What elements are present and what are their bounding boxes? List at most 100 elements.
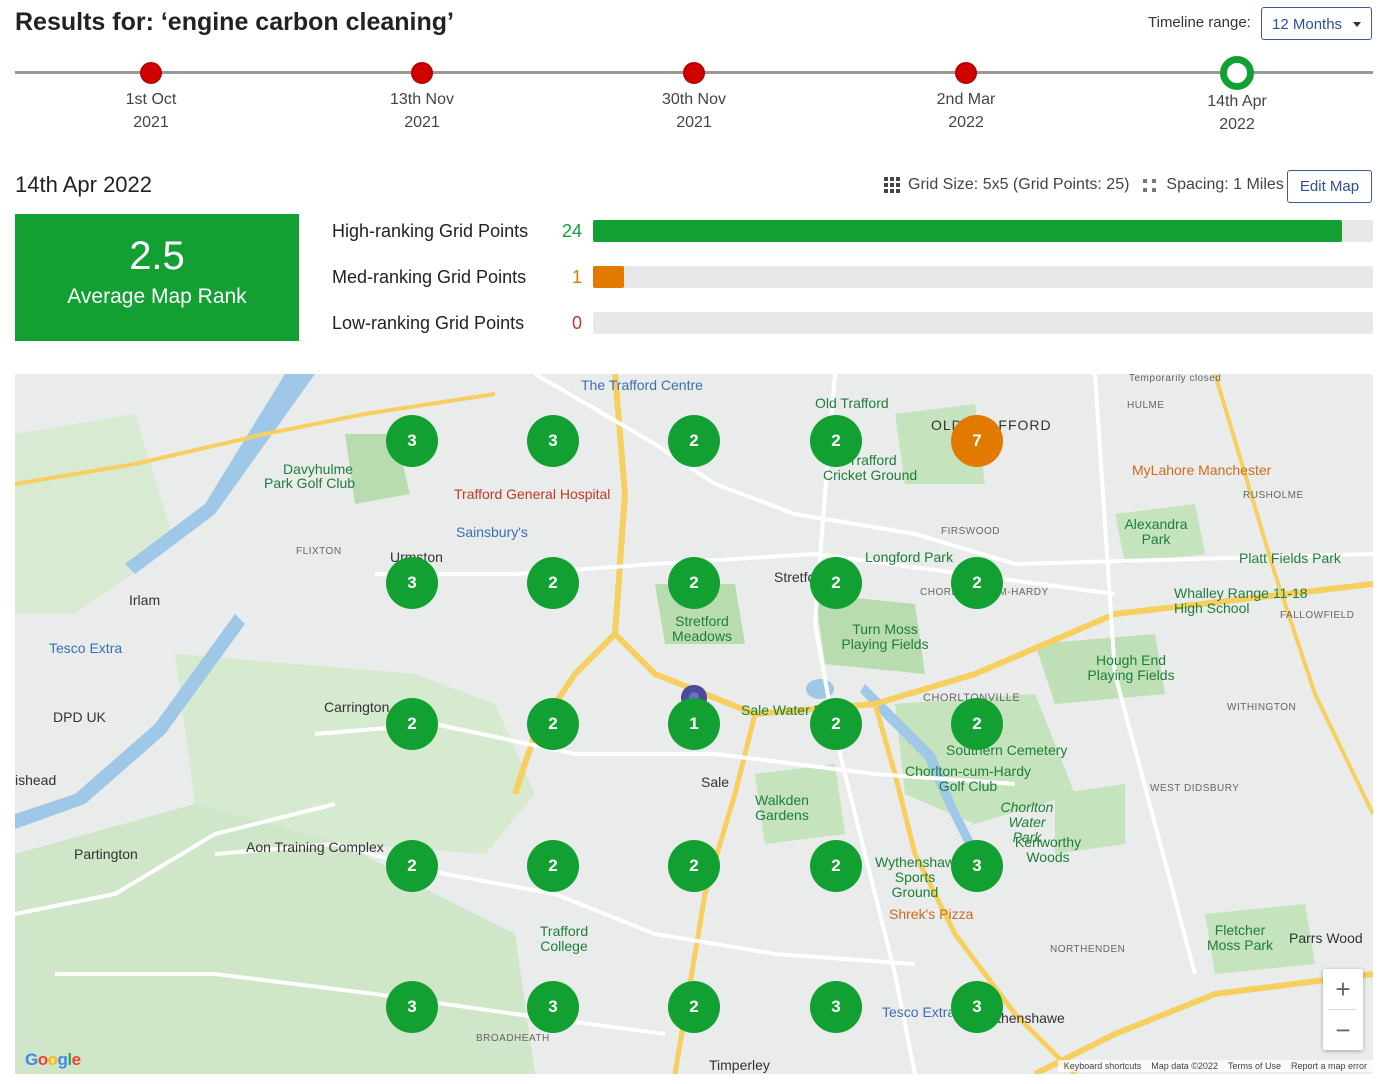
edit-map-button[interactable]: Edit Map [1287,170,1372,203]
map-label-dpd-uk[interactable]: DPD UK [53,709,106,725]
grid-point-r4-c5[interactable]: 3 [951,840,1003,892]
low-ranking-row: Low-ranking Grid Points 0 [332,311,1373,335]
map-label-irlam: Irlam [129,592,161,608]
grid-point-r1-c2[interactable]: 3 [527,415,579,467]
map-label-alexandra-park[interactable]: Alexandra Park [1116,517,1196,547]
timeline-point-4[interactable]: 2nd Mar 2022 [906,60,1026,134]
map-view[interactable]: The Trafford Centre Old Trafford OLD TRA… [15,374,1373,1074]
grid-point-r2-c4[interactable]: 2 [810,557,862,609]
map-label-walkden-gardens[interactable]: Walkden Gardens [752,793,812,823]
grid-point-r4-c1[interactable]: 2 [386,840,438,892]
map-label-mylahore[interactable]: MyLahore Manchester [1132,462,1271,478]
rank-bar-fill [593,220,1342,242]
grid-point-r2-c2[interactable]: 2 [527,557,579,609]
map-label-firswood: FIRSWOOD [941,526,1000,537]
grid-point-r1-c5[interactable]: 7 [951,415,1003,467]
map-label-tesco-extra-2[interactable]: Tesco Extra [882,1004,955,1020]
timeline-point-5-active[interactable]: 14th Apr 2022 [1177,56,1297,136]
map-label-timperley: Timperley [709,1057,770,1073]
timeline-point-3[interactable]: 30th Nov 2021 [634,60,754,134]
grid-point-r5-c5[interactable]: 3 [951,981,1003,1033]
grid-point-r5-c2[interactable]: 3 [527,981,579,1033]
map-label-sainsburys[interactable]: Sainsbury's [456,524,528,540]
map-label-hulme: HULME [1127,400,1165,411]
grid-point-r1-c3[interactable]: 2 [668,415,720,467]
average-rank-label: Average Map Rank [67,285,247,308]
grid-point-r1-c4[interactable]: 2 [810,415,862,467]
map-label-kenworthy-woods[interactable]: Kenworthy Woods [1008,835,1088,865]
map-label-withington: WITHINGTON [1227,702,1297,713]
page-title: Results for: ‘engine carbon cleaning’ [15,8,454,36]
map-label-fletcher-moss[interactable]: Fletcher Moss Park [1205,923,1275,953]
average-rank-card: 2.5 Average Map Rank [15,214,299,341]
map-label-trafford-college[interactable]: Trafford College [534,924,594,954]
rank-bar-track [593,266,1373,288]
timeline-year: 2022 [948,114,984,131]
grid-point-r2-c5[interactable]: 2 [951,557,1003,609]
timeline-point-1[interactable]: 1st Oct 2021 [91,60,211,134]
grid-point-r5-c4[interactable]: 3 [810,981,862,1033]
map-label-longford-park[interactable]: Longford Park [865,549,953,565]
map-label-turn-moss[interactable]: Turn Moss Playing Fields [837,622,933,652]
grid-point-r3-c1[interactable]: 2 [386,698,438,750]
map-label-platt-fields[interactable]: Platt Fields Park [1239,550,1341,566]
zoom-controls: + − [1323,969,1363,1050]
grid-point-r1-c1[interactable]: 3 [386,415,438,467]
grid-point-r2-c1[interactable]: 3 [386,557,438,609]
map-label-tesco-extra[interactable]: Tesco Extra [49,640,122,656]
grid-point-r3-c3[interactable]: 1 [668,698,720,750]
grid-info: Grid Size: 5x5 (Grid Points: 25) Spacing… [884,176,1284,194]
map-attribution: Keyboard shortcuts Map data ©2022 Terms … [1057,1060,1373,1072]
map-label-rusholme: RUSHOLME [1243,490,1304,501]
grid-point-r3-c4[interactable]: 2 [810,698,862,750]
caret-down-icon [1353,22,1361,27]
timeline-dot-icon [411,62,433,84]
timeline-active-dot-icon [1220,56,1254,90]
map-label-wythenshawe-sports[interactable]: Wythenshawe Sports Ground [875,855,963,900]
zoom-out-button[interactable]: − [1323,1010,1363,1050]
grid-point-r4-c3[interactable]: 2 [668,840,720,892]
timeline-range-dropdown[interactable]: 12 Months [1261,7,1372,40]
grid-point-r5-c3[interactable]: 2 [668,981,720,1033]
map-label-broadheath: BROADHEATH [476,1033,550,1044]
map-label-chorlton-golf[interactable]: Chorlton-cum-Hardy Golf Club [898,764,1038,794]
map-data-text: Map data ©2022 [1151,1061,1218,1071]
rank-count: 1 [571,267,582,287]
rank-bar-fill [593,266,625,288]
report-error-link[interactable]: Report a map error [1291,1061,1367,1071]
timeline-date: 2nd Mar [936,91,996,108]
google-logo[interactable]: Google [25,1050,81,1070]
terms-link[interactable]: Terms of Use [1228,1061,1281,1071]
map-label-west-didsbury: WEST DIDSBURY [1150,783,1240,794]
timeline-date: 30th Nov [661,91,727,108]
grid-point-r5-c1[interactable]: 3 [386,981,438,1033]
grid-point-r4-c2[interactable]: 2 [527,840,579,892]
map-label-sale: Sale [701,774,730,790]
timeline-date: 13th Nov [389,91,455,108]
timeline-year: 2021 [133,114,169,131]
grid-point-r3-c5[interactable]: 2 [951,698,1003,750]
rank-count: 24 [561,221,582,241]
map-label-old-trafford[interactable]: Old Trafford [815,395,889,411]
map-label-hough-end[interactable]: Hough End Playing Fields [1081,653,1181,683]
keyboard-shortcuts-link[interactable]: Keyboard shortcuts [1064,1061,1142,1071]
timeline-date: 14th Apr [1207,93,1267,110]
grid-point-r3-c2[interactable]: 2 [527,698,579,750]
high-ranking-row: High-ranking Grid Points 24 [332,219,1373,243]
map-label-park-golf[interactable]: Park Golf Club [264,475,355,491]
map-label-trafford-centre[interactable]: The Trafford Centre [581,377,703,393]
map-label-shreks-pizza[interactable]: Shrek's Pizza [889,906,973,922]
timeline-dot-icon [955,62,977,84]
grid-icon [884,177,900,193]
rank-bar-track [593,312,1373,334]
map-label-aon-training[interactable]: Aon Training Complex [246,839,384,855]
map-label-stretford-meadows[interactable]: Stretford Meadows [667,614,737,644]
timeline-point-2[interactable]: 13th Nov 2021 [362,60,482,134]
zoom-in-button[interactable]: + [1323,969,1363,1009]
grid-size-text: Grid Size: 5x5 (Grid Points: 25) [908,176,1130,193]
grid-point-r2-c3[interactable]: 2 [668,557,720,609]
map-label-trafford-hospital[interactable]: Trafford General Hospital [454,486,610,502]
med-ranking-row: Med-ranking Grid Points 1 [332,265,1373,289]
grid-point-r4-c4[interactable]: 2 [810,840,862,892]
spacing-text: Spacing: 1 Miles [1166,176,1284,193]
